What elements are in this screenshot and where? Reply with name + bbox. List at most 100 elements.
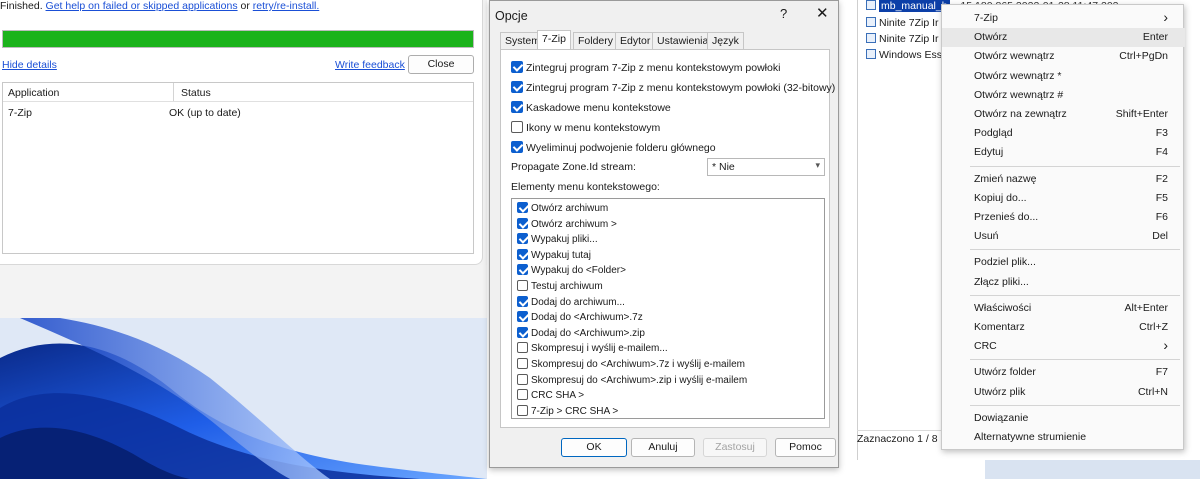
- help-button[interactable]: Pomoc: [775, 438, 836, 457]
- checkbox-checked-icon[interactable]: [517, 311, 528, 323]
- context-item-checkbox[interactable]: Wypakuj tutaj: [517, 248, 591, 263]
- context-item-checkbox[interactable]: Otwórz archiwum: [517, 202, 608, 216]
- chevron-right-icon: ›: [1163, 337, 1168, 354]
- checkbox-checked-icon[interactable]: [517, 217, 528, 229]
- tab-jezyk[interactable]: Język: [707, 32, 744, 50]
- menu-item[interactable]: Podgląd F3: [942, 124, 1185, 143]
- zone-label: Propagate Zone.Id stream:: [511, 161, 636, 173]
- file-row[interactable]: Windows Ess: [866, 49, 942, 63]
- wallpaper-bloom-image: [0, 318, 487, 479]
- cancel-button[interactable]: Anuluj: [631, 438, 695, 457]
- menu-item[interactable]: Otwórz na zewnątrz Shift+Enter: [942, 105, 1185, 124]
- context-item-checkbox[interactable]: Dodaj do <Archiwum>.zip: [517, 326, 645, 341]
- checkbox-checked-icon[interactable]: [511, 61, 523, 73]
- ok-button[interactable]: OK: [561, 438, 627, 457]
- option-checkbox[interactable]: Kaskadowe menu kontekstowe: [511, 101, 671, 115]
- retry-link[interactable]: retry/re-install.: [253, 0, 320, 12]
- menu-item[interactable]: Otwórz wewnątrz *: [942, 67, 1185, 86]
- context-item-checkbox-label: Skompresuj i wyślij e-mailem...: [531, 343, 668, 355]
- help-link[interactable]: Get help on failed or skipped applicatio…: [46, 0, 238, 12]
- column-separator: [173, 83, 174, 101]
- table-cell-status: OK (up to date): [169, 107, 241, 119]
- context-item-checkbox-label: Wypakuj tutaj: [531, 249, 591, 261]
- checkbox-checked-icon[interactable]: [511, 81, 523, 93]
- option-checkbox[interactable]: Zintegruj program 7-Zip z menu konteksto…: [511, 61, 780, 75]
- status-prefix: Finished.: [0, 0, 43, 12]
- checkbox-checked-icon[interactable]: [511, 101, 523, 113]
- write-feedback-link[interactable]: Write feedback: [335, 59, 405, 71]
- context-item-checkbox[interactable]: Skompresuj do <Archiwum>.zip i wyślij e-…: [517, 373, 747, 388]
- context-item-checkbox[interactable]: 7-Zip > CRC SHA >: [517, 404, 618, 419]
- menu-item[interactable]: Edytuj F4: [942, 143, 1185, 162]
- close-icon[interactable]: ✕: [816, 4, 829, 22]
- context-item-checkbox-label: Dodaj do archiwum...: [531, 296, 625, 308]
- context-item-checkbox[interactable]: Wypakuj pliki...: [517, 233, 598, 247]
- checkbox-unchecked-icon[interactable]: [517, 358, 528, 369]
- file-row[interactable]: Ninite 7Zip Ir: [866, 17, 939, 31]
- tab-foldery[interactable]: Foldery: [573, 32, 619, 50]
- context-item-checkbox[interactable]: Dodaj do <Archiwum>.7z: [517, 311, 643, 325]
- menu-item-label: Otwórz wewnątrz *: [974, 69, 1062, 82]
- checkbox-unchecked-icon[interactable]: [517, 373, 528, 385]
- menu-item[interactable]: Dowiązanie: [942, 409, 1185, 428]
- progress-bar: [2, 30, 474, 48]
- menu-item[interactable]: Podziel plik...: [942, 253, 1185, 272]
- menu-item[interactable]: Utwórz folder F7: [942, 363, 1185, 382]
- context-item-checkbox[interactable]: Otwórz archiwum >: [517, 217, 617, 232]
- checkbox-checked-icon[interactable]: [517, 326, 528, 338]
- desktop-wallpaper: [0, 318, 487, 479]
- dialog-button-row: OK Anuluj Zastosuj Pomoc: [490, 438, 840, 460]
- file-row[interactable]: Ninite 7Zip Ir: [866, 33, 939, 47]
- option-checkbox[interactable]: Wyeliminuj podwojenie folderu głównego: [511, 141, 716, 155]
- tab-edytor[interactable]: Edytor: [615, 32, 656, 50]
- menu-item-label: Otwórz wewnątrz #: [974, 88, 1064, 101]
- checkbox-unchecked-icon[interactable]: [517, 389, 528, 401]
- option-checkbox-label: Zintegruj program 7-Zip z menu konteksto…: [526, 82, 836, 94]
- menu-item[interactable]: Otwórz wewnątrz #: [942, 86, 1185, 105]
- option-checkbox[interactable]: Zintegruj program 7-Zip z menu konteksto…: [511, 81, 835, 95]
- menu-item[interactable]: Złącz pliki...: [942, 273, 1185, 292]
- zone-select[interactable]: * Nie ▾: [707, 158, 825, 176]
- context-item-checkbox[interactable]: Wypakuj do <Folder>: [517, 264, 626, 278]
- menu-item[interactable]: Usuń Del: [942, 227, 1185, 246]
- apply-button[interactable]: Zastosuj: [703, 438, 767, 457]
- checkbox-checked-icon[interactable]: [517, 248, 528, 260]
- menu-item[interactable]: Alternatywne strumienie: [942, 428, 1185, 447]
- menu-item[interactable]: Otwórz wewnątrz Ctrl+PgDn: [942, 47, 1185, 66]
- menu-item[interactable]: Zmień nazwę F2: [942, 170, 1185, 189]
- menu-item[interactable]: Przenieś do... F6: [942, 208, 1185, 227]
- checkbox-unchecked-icon[interactable]: [511, 121, 523, 133]
- checkbox-checked-icon[interactable]: [517, 295, 528, 307]
- close-button[interactable]: Close: [408, 55, 474, 74]
- checkbox-checked-icon[interactable]: [517, 264, 528, 276]
- file-icon: [866, 0, 876, 10]
- menu-item-label: CRC: [974, 340, 997, 353]
- context-items-list: Otwórz archiwum Otwórz archiwum > Wypakuj …: [511, 198, 825, 419]
- menu-item[interactable]: Komentarz Ctrl+Z: [942, 318, 1185, 337]
- checkbox-checked-icon[interactable]: [511, 141, 523, 153]
- column-header-application[interactable]: Application: [8, 87, 59, 99]
- menu-item[interactable]: Właściwości Alt+Enter: [942, 299, 1185, 318]
- menu-item[interactable]: Utwórz plik Ctrl+N: [942, 383, 1185, 402]
- context-item-checkbox[interactable]: CRC SHA >: [517, 389, 584, 403]
- option-checkbox[interactable]: Ikony w menu kontekstowym: [511, 121, 660, 135]
- menu-item-label: Usuń: [974, 230, 999, 243]
- checkbox-unchecked-icon[interactable]: [517, 280, 528, 291]
- context-item-checkbox[interactable]: Skompresuj i wyślij e-mailem...: [517, 342, 668, 356]
- menu-item[interactable]: 7-Zip ›: [942, 9, 1185, 28]
- menu-item[interactable]: CRC ›: [942, 337, 1185, 356]
- menu-item[interactable]: Otwórz Enter: [942, 28, 1185, 48]
- help-icon[interactable]: ?: [780, 6, 787, 21]
- checkbox-checked-icon[interactable]: [517, 233, 528, 245]
- menu-item[interactable]: Kopiuj do... F5: [942, 189, 1185, 208]
- checkbox-unchecked-icon[interactable]: [517, 404, 528, 416]
- tab-ustawienia[interactable]: Ustawienia: [652, 32, 714, 50]
- context-item-checkbox[interactable]: Skompresuj do <Archiwum>.7z i wyślij e-m…: [517, 358, 745, 372]
- context-item-checkbox[interactable]: Testuj archiwum: [517, 280, 603, 294]
- tab-7zip[interactable]: 7-Zip: [537, 30, 571, 51]
- checkbox-checked-icon[interactable]: [517, 202, 528, 213]
- checkbox-unchecked-icon[interactable]: [517, 342, 528, 354]
- column-header-status[interactable]: Status: [181, 87, 211, 99]
- context-item-checkbox[interactable]: Dodaj do archiwum...: [517, 295, 625, 310]
- hide-details-link[interactable]: Hide details: [2, 59, 57, 71]
